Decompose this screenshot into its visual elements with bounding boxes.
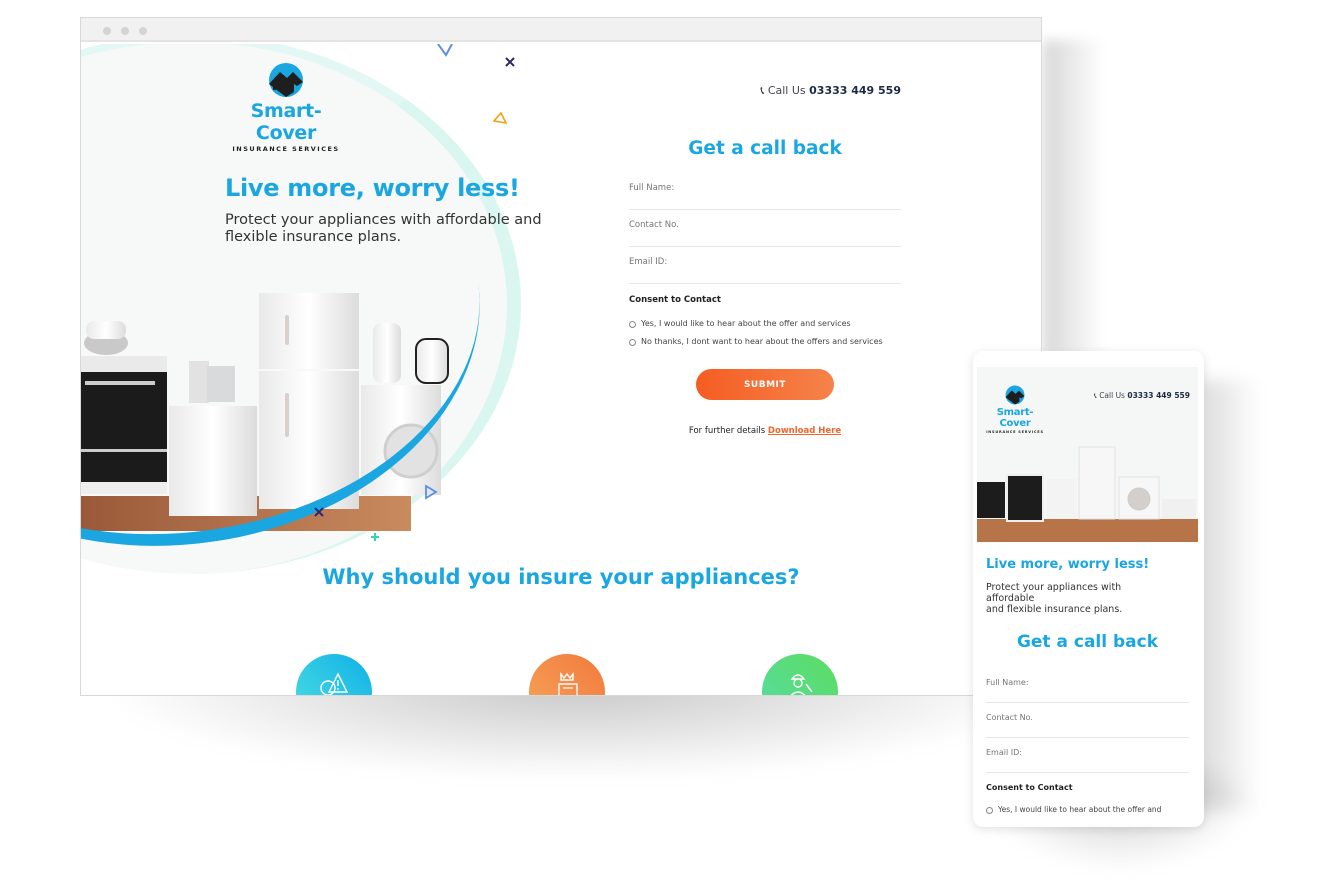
- mobile-call-us-label: Call Us: [1099, 391, 1125, 400]
- consent-no-radio[interactable]: [629, 339, 636, 346]
- decorative-plus-icon: [371, 533, 379, 541]
- technician-icon: [790, 674, 813, 695]
- full-name-field: [629, 173, 901, 210]
- download-link[interactable]: Download Here: [768, 426, 841, 436]
- contact-no-input[interactable]: [629, 220, 901, 230]
- mobile-contact-no-input[interactable]: [986, 713, 1189, 722]
- brand-tagline: INSURANCE SERVICES: [232, 145, 340, 153]
- hero-title: Live more, worry less!: [225, 174, 520, 202]
- mobile-side-shadow: [1200, 380, 1260, 810]
- phone-number[interactable]: 03333 449 559: [809, 84, 901, 97]
- decorative-cross-icon-2: [314, 507, 324, 517]
- mobile-brand-name: Smart-Cover: [996, 407, 1034, 429]
- decorative-play-triangle-icon: [425, 484, 438, 500]
- call-us-label: Call Us: [767, 84, 806, 97]
- feature-circle-repair: [762, 654, 838, 695]
- form-title: Get a call back: [688, 138, 842, 159]
- phone-icon: 📞︎: [760, 84, 765, 97]
- mobile-screen: Smart-Cover INSURANCE SERVICES 📞︎ Call U…: [977, 367, 1198, 817]
- consent-no-option[interactable]: No thanks, I dont want to hear about the…: [629, 336, 901, 347]
- mobile-contact-no-field: [986, 703, 1189, 738]
- mobile-phone-number[interactable]: 03333 449 559: [1127, 391, 1190, 400]
- mobile-email-field: [986, 738, 1189, 773]
- mobile-form-title: Get a call back: [1016, 632, 1159, 652]
- money-bag-icon: [558, 671, 578, 695]
- email-field: [629, 247, 901, 284]
- mobile-appliances-illustration: [977, 446, 1198, 542]
- mobile-consent-yes-option[interactable]: Yes, I would like to hear about the offe…: [986, 804, 1189, 817]
- mobile-full-name-field: [986, 668, 1189, 703]
- brand-name: Smart-Cover: [250, 100, 322, 144]
- mobile-call-us[interactable]: 📞︎ Call Us 03333 449 559: [1094, 391, 1190, 401]
- mobile-consent-yes-radio[interactable]: [986, 807, 993, 814]
- full-name-input[interactable]: [629, 183, 901, 193]
- callback-form: Get a call back Consent to Contact Yes, …: [629, 138, 901, 436]
- mobile-hero-subtitle: Protect your appliances with affordable …: [986, 582, 1161, 615]
- browser-title-bar: [81, 18, 1041, 42]
- mobile-mockup: Smart-Cover INSURANCE SERVICES 📞︎ Call U…: [973, 351, 1204, 827]
- mobile-hero-subtitle-line1: Protect your appliances with affordable: [986, 582, 1122, 604]
- contact-no-field: [629, 210, 901, 247]
- appliance-warning-icon: [320, 672, 349, 695]
- why-insure-heading: Why should you insure your appliances?: [322, 565, 800, 589]
- mobile-hero-subtitle-line2: and flexible insurance plans.: [986, 604, 1123, 615]
- mobile-house-logo-icon: [1005, 385, 1025, 405]
- window-close-dot[interactable]: [103, 27, 111, 35]
- feature-circle-breakdown: [296, 654, 372, 695]
- mobile-callback-form: Get a call back Consent to Contact Yes, …: [986, 632, 1189, 817]
- consent-no-label: No thanks, I dont want to hear about the…: [641, 337, 883, 346]
- mobile-hero: Smart-Cover INSURANCE SERVICES 📞︎ Call U…: [977, 367, 1198, 542]
- mobile-hero-title: Live more, worry less!: [986, 557, 1150, 572]
- consent-title: Consent to Contact: [629, 295, 721, 305]
- consent-yes-radio[interactable]: [629, 321, 636, 328]
- mobile-brand-logo[interactable]: Smart-Cover INSURANCE SERVICES: [983, 385, 1047, 434]
- brand-logo[interactable]: Smart-Cover INSURANCE SERVICES: [221, 62, 351, 153]
- hero-subtitle: Protect your appliances with affordable …: [225, 212, 542, 245]
- consent-yes-option[interactable]: Yes, I would like to hear about the offe…: [629, 318, 901, 329]
- house-logo-icon: [269, 63, 303, 97]
- call-us[interactable]: 📞︎ Call Us 03333 449 559: [760, 84, 901, 98]
- consent-yes-label: Yes, I would like to hear about the offe…: [641, 319, 851, 328]
- mobile-full-name-input[interactable]: [986, 678, 1189, 687]
- further-details-text: For further details: [688, 426, 766, 436]
- email-input[interactable]: [629, 257, 901, 267]
- decorative-triangle-icon: [493, 112, 507, 124]
- decorative-chevron-icon: [437, 44, 453, 57]
- window-minimize-dot[interactable]: [121, 27, 129, 35]
- mobile-phone-icon: 📞︎: [1094, 391, 1097, 400]
- mobile-consent-title: Consent to Contact: [986, 783, 1073, 792]
- mobile-consent-yes-label: Yes, I would like to hear about the offe…: [998, 805, 1162, 817]
- landing-page: Smart-Cover INSURANCE SERVICES Live more…: [81, 44, 1041, 695]
- mobile-email-input[interactable]: [986, 748, 1189, 757]
- feature-circle-savings: [529, 654, 605, 695]
- decorative-cross-icon: [505, 57, 515, 67]
- window-maximize-dot[interactable]: [139, 27, 147, 35]
- desktop-side-shadow: [1043, 40, 1103, 355]
- further-details: For further details Download Here: [629, 426, 901, 436]
- desktop-browser-mockup: Smart-Cover INSURANCE SERVICES Live more…: [80, 17, 1042, 696]
- mobile-brand-tagline: INSURANCE SERVICES: [986, 430, 1044, 434]
- submit-button[interactable]: SUBMIT: [696, 369, 834, 400]
